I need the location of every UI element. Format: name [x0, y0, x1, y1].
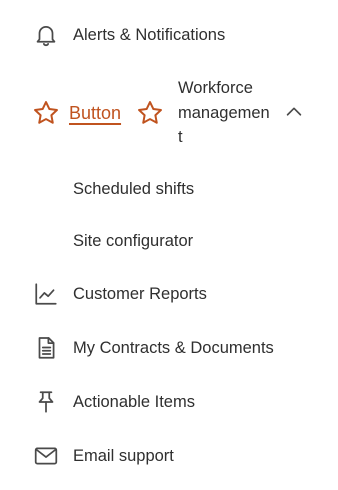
- nav-item-workforce-management[interactable]: Button Workforce management: [0, 76, 338, 150]
- nav-item-label: Alerts & Notifications: [73, 26, 226, 44]
- nav-item-label: Workforce management: [178, 79, 270, 146]
- mail-icon: [32, 442, 60, 470]
- nav-item-label: Actionable Items: [73, 393, 195, 411]
- pin-icon: [32, 388, 60, 416]
- nav-item-email-support[interactable]: Email support: [0, 443, 338, 469]
- nav-item-label: Customer Reports: [73, 285, 207, 303]
- chevron-up-icon[interactable]: [283, 101, 305, 123]
- nav-item-contracts-documents[interactable]: My Contracts & Documents: [0, 335, 338, 361]
- side-navigation: Alerts & Notifications Button Workforce …: [0, 0, 338, 490]
- bell-icon: [32, 21, 60, 49]
- nav-item-actionable-items[interactable]: Actionable Items: [0, 389, 338, 415]
- nav-item-alerts[interactable]: Alerts & Notifications: [0, 22, 338, 48]
- nav-item-label: Scheduled shifts: [73, 180, 195, 198]
- nav-subitem-site-configurator[interactable]: Site configurator: [0, 228, 338, 254]
- line-chart-icon: [32, 280, 60, 308]
- nav-subitem-scheduled-shifts[interactable]: Scheduled shifts: [0, 176, 338, 202]
- nav-item-customer-reports[interactable]: Customer Reports: [0, 281, 338, 307]
- nav-item-label: Email support: [73, 447, 174, 465]
- star-icon: [32, 99, 60, 127]
- nav-item-label: Site configurator: [73, 232, 194, 250]
- star-icon: [136, 99, 164, 127]
- nav-item-label: My Contracts & Documents: [73, 339, 274, 357]
- button-link[interactable]: Button: [69, 101, 121, 125]
- document-icon: [32, 334, 60, 362]
